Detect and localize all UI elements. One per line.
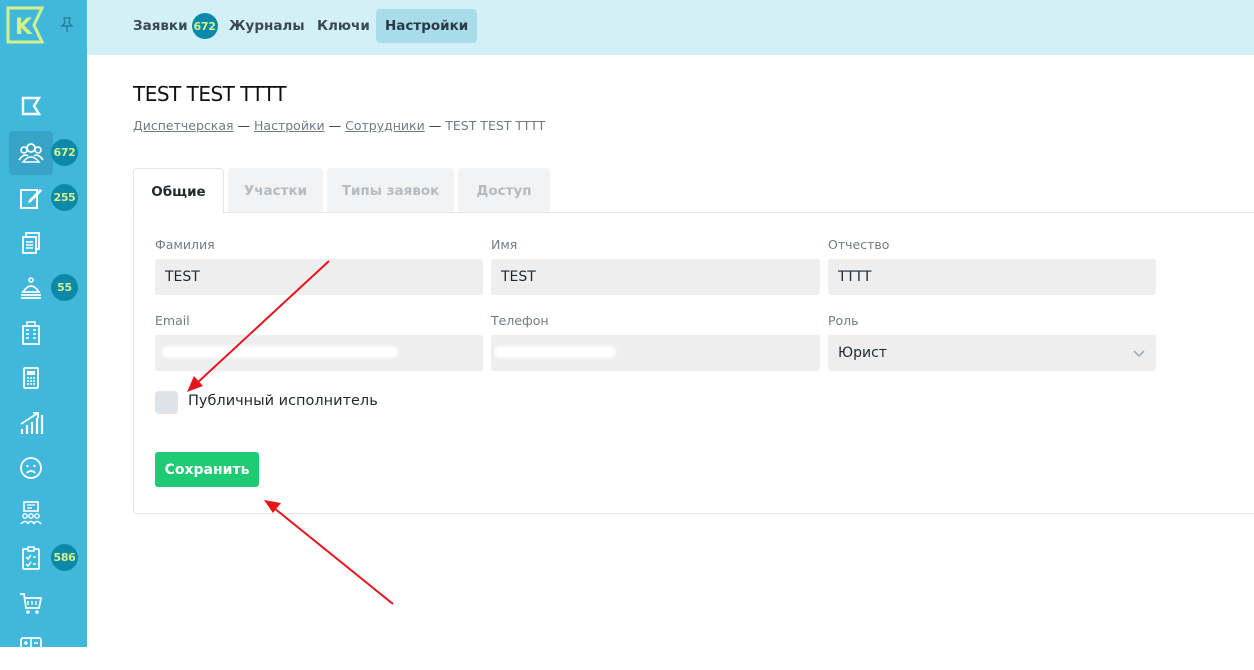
top-navigation: Заявки 672 Журналы Ключи Настройки <box>87 0 1254 55</box>
tab-request-types[interactable]: Типы заявок <box>327 168 454 213</box>
edit-note-icon <box>20 189 42 209</box>
users-icon <box>18 143 44 163</box>
cart-icon <box>20 593 43 614</box>
tab-access-label: Доступ <box>476 182 532 199</box>
tab-settings[interactable]: Настройки <box>376 9 478 43</box>
logo[interactable]: K <box>6 6 45 44</box>
tab-journals-label: Журналы <box>229 18 305 34</box>
tab-general-label: Общие <box>151 183 206 200</box>
edit-count-badge: 255 <box>51 184 78 211</box>
sidebar-item-checklist[interactable] <box>9 536 53 580</box>
page-title: TEST TEST TTTT <box>133 82 287 106</box>
breadcrumb-separator: — <box>328 118 342 133</box>
team-board-icon <box>20 501 42 525</box>
chart-growth-icon <box>20 412 44 434</box>
breadcrumb-separator: — <box>428 118 442 133</box>
public-executor-label[interactable]: Публичный исполнитель <box>188 393 378 409</box>
firstname-label: Имя <box>491 237 518 252</box>
logo-letter: K <box>15 15 33 40</box>
users-count-badge: 672 <box>51 139 78 166</box>
role-label: Роль <box>828 313 859 328</box>
checklist-count-badge: 586 <box>51 544 78 571</box>
tab-areas-label: Участки <box>243 182 308 199</box>
lastname-label: Фамилия <box>155 237 215 252</box>
breadcrumb-settings[interactable]: Настройки <box>254 118 325 133</box>
role-select-value: Юрист <box>838 345 887 361</box>
sidebar-item-calculator-2[interactable] <box>9 626 53 670</box>
chevron-down-icon <box>1133 350 1145 358</box>
tab-general[interactable]: Общие <box>133 168 224 214</box>
tab-access[interactable]: Доступ <box>458 168 550 213</box>
calculator-icon <box>23 367 39 389</box>
email-label: Email <box>155 313 190 328</box>
sidebar-item-team[interactable] <box>9 491 53 535</box>
calculator-2-icon <box>20 637 42 659</box>
sidebar-item-complaints[interactable] <box>9 446 53 490</box>
flag-icon <box>21 96 42 116</box>
breadcrumb-separator: — <box>237 118 251 133</box>
arrow-to-save-button <box>273 507 394 605</box>
documents-icon <box>22 232 40 254</box>
sidebar-item-dispatch[interactable] <box>9 86 53 130</box>
breadcrumb-dispatch[interactable]: Диспетчерская <box>133 118 234 133</box>
sidebar: K 672 255 55 586 <box>0 0 87 659</box>
sidebar-item-buildings[interactable] <box>9 311 53 355</box>
role-select[interactable]: Юрист <box>828 335 1156 371</box>
patronymic-field[interactable]: TTTT <box>828 259 1156 295</box>
save-button[interactable]: Сохранить <box>155 452 259 487</box>
breadcrumb: Диспетчерская — Настройки — Сотрудники — TEST … <box>133 118 545 133</box>
sidebar-item-stats[interactable] <box>9 401 53 445</box>
sidebar-item-calculator[interactable] <box>9 356 53 400</box>
sidebar-item-documents[interactable] <box>9 221 53 265</box>
checklist-icon <box>22 546 40 570</box>
breadcrumb-current: TEST TEST TTTT <box>445 118 546 133</box>
requests-count-badge: 672 <box>191 13 218 39</box>
phone-redaction <box>494 346 616 358</box>
sidebar-item-cart[interactable] <box>9 581 53 625</box>
phone-label: Телефон <box>491 313 549 328</box>
tab-journals[interactable]: Журналы <box>220 9 314 43</box>
sidebar-item-users[interactable] <box>9 131 53 175</box>
tab-requests[interactable]: Заявки 672 <box>124 9 227 43</box>
sad-face-icon <box>20 457 42 479</box>
sidebar-item-edit[interactable] <box>9 176 53 220</box>
patronymic-label: Отчество <box>828 237 890 252</box>
firstname-field[interactable]: TEST <box>491 259 820 295</box>
building-icon <box>22 321 40 345</box>
lastname-field[interactable]: TEST <box>155 259 483 295</box>
tab-settings-label: Настройки <box>385 18 469 34</box>
email-redaction <box>162 346 398 358</box>
tab-request-types-label: Типы заявок <box>341 182 440 199</box>
sidebar-item-service[interactable] <box>9 266 53 310</box>
pin-icon[interactable] <box>58 16 76 34</box>
service-bell-icon <box>21 277 41 299</box>
service-count-badge: 55 <box>51 274 78 301</box>
breadcrumb-employees[interactable]: Сотрудники <box>345 118 425 133</box>
tab-requests-label: Заявки <box>133 18 188 34</box>
tab-areas[interactable]: Участки <box>228 168 323 213</box>
tab-keys-label: Ключи <box>317 18 370 34</box>
public-executor-checkbox[interactable] <box>155 391 178 414</box>
tab-keys[interactable]: Ключи <box>308 9 379 43</box>
